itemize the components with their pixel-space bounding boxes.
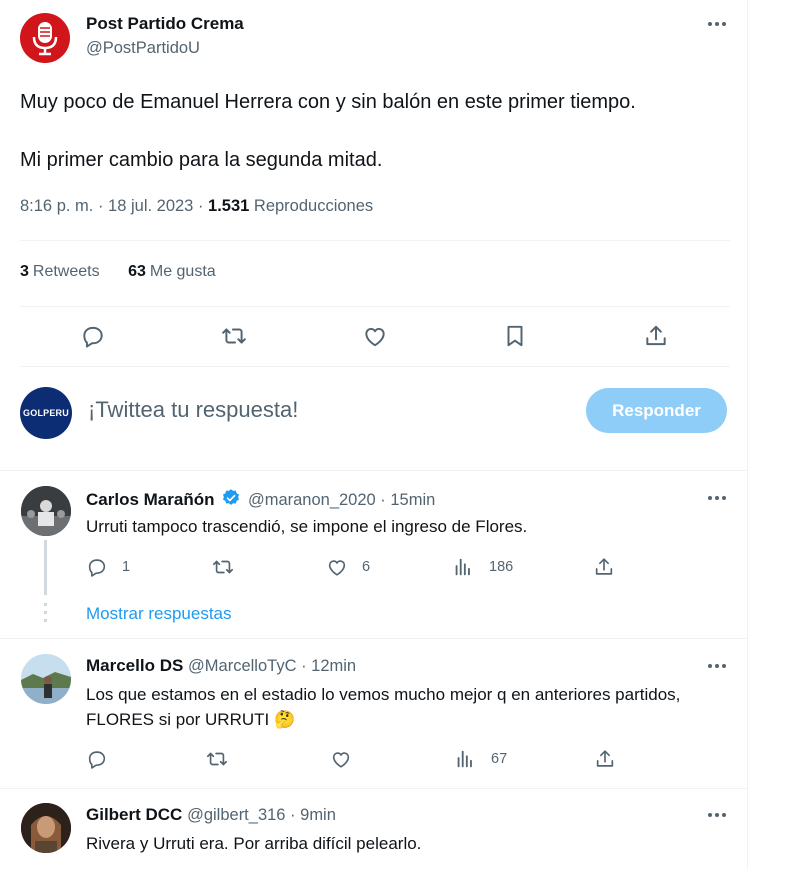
more-icon[interactable] [705, 809, 729, 823]
retweet-icon[interactable] [221, 323, 247, 349]
reply-input[interactable]: ¡Twittea tu respuesta! [88, 397, 298, 423]
avatar-photo [21, 486, 71, 536]
reply-icon[interactable] [86, 748, 108, 770]
reply-avatar[interactable] [21, 803, 71, 853]
author-handle[interactable]: @PostPartidoU [86, 39, 200, 58]
share-icon[interactable] [594, 748, 616, 770]
reply-text: Rivera y Urruti era. Por arriba difícil … [86, 834, 422, 853]
reply-author-handle[interactable]: @MarcelloTyC · 12min [188, 657, 356, 675]
more-icon[interactable] [705, 660, 729, 674]
reply-author[interactable]: Marcello DS @MarcelloTyC · 12min [86, 656, 356, 676]
reply-author[interactable]: Carlos Marañón @maranon_2020 · 15min [86, 488, 435, 510]
reply-count: 1 [122, 559, 131, 575]
like-icon[interactable] [362, 323, 388, 349]
reply-icon[interactable] [80, 323, 106, 349]
like-count: 6 [362, 559, 371, 575]
reply-author-name[interactable]: Carlos Marañón [86, 490, 214, 509]
tweet-meta: 8:16 p. m. · 18 jul. 2023 · 1.531 Reprod… [20, 197, 373, 216]
avatar-photo [21, 803, 71, 853]
reply-text: Los que estamos en el estadio lo vemos m… [86, 685, 681, 729]
share-icon[interactable] [593, 556, 615, 578]
retweets-count: 3 [20, 263, 29, 280]
retweet-icon[interactable] [212, 556, 234, 578]
divider [0, 788, 748, 789]
reply-avatar[interactable] [21, 654, 71, 704]
thread-line [44, 540, 47, 595]
more-icon[interactable] [705, 492, 729, 506]
divider [20, 240, 730, 241]
reply-author-name[interactable]: Marcello DS [86, 656, 183, 675]
reply-author-name[interactable]: Gilbert DCC [86, 805, 182, 824]
views-label: Reproducciones [249, 197, 374, 215]
divider [20, 306, 730, 307]
author-avatar[interactable] [20, 13, 70, 63]
reply-icon[interactable] [86, 556, 108, 578]
divider [0, 638, 748, 639]
retweet-icon[interactable] [206, 748, 228, 770]
tweet-stats: 3 Retweets 63 Me gusta [20, 263, 240, 281]
divider [20, 366, 730, 367]
likes-label: Me gusta [149, 263, 216, 280]
tweet-timestamp[interactable]: 8:16 p. m. · 18 jul. 2023 · [20, 197, 208, 215]
reply-button[interactable]: Responder [586, 388, 727, 433]
reply-avatar[interactable] [21, 486, 71, 536]
views-count: 1.531 [208, 197, 250, 215]
verified-icon [223, 489, 240, 505]
tweet-text-line: Muy poco de Emanuel Herrera con y sin ba… [20, 91, 636, 113]
reply-author-handle[interactable]: @maranon_2020 · 15min [248, 491, 435, 509]
views-icon[interactable] [452, 556, 474, 578]
likes-count: 63 [128, 263, 146, 280]
share-icon[interactable] [643, 323, 669, 349]
microphone-icon [32, 22, 58, 56]
show-replies-link[interactable]: Mostrar respuestas [86, 604, 232, 624]
user-avatar[interactable]: GOLPERU [20, 387, 72, 439]
tweet-text-line: Mi primer cambio para la segunda mitad. [20, 149, 383, 171]
reply-author-handle[interactable]: @gilbert_316 · 9min [187, 806, 336, 824]
view-count: 67 [491, 751, 508, 767]
like-icon[interactable] [330, 748, 352, 770]
divider [0, 470, 748, 471]
thread-dots [44, 603, 47, 627]
tweet-text: Muy poco de Emanuel Herrera con y sin ba… [20, 88, 720, 175]
retweets-stat[interactable]: 3 Retweets [20, 263, 100, 280]
like-icon[interactable] [326, 556, 348, 578]
reply-text: Urruti tampoco trascendió, se impone el … [86, 517, 528, 536]
author-name[interactable]: Post Partido Crema [86, 14, 244, 34]
more-icon[interactable] [705, 18, 729, 32]
avatar-photo [21, 654, 71, 704]
views-icon[interactable] [454, 748, 476, 770]
tweet-detail-column: Post Partido Crema @PostPartidoU Muy poc… [0, 0, 748, 869]
bookmark-icon[interactable] [502, 323, 528, 349]
view-count: 186 [489, 559, 514, 575]
reply-author[interactable]: Gilbert DCC @gilbert_316 · 9min [86, 805, 336, 825]
retweets-label: Retweets [32, 263, 100, 280]
likes-stat[interactable]: 63 Me gusta [128, 263, 216, 280]
